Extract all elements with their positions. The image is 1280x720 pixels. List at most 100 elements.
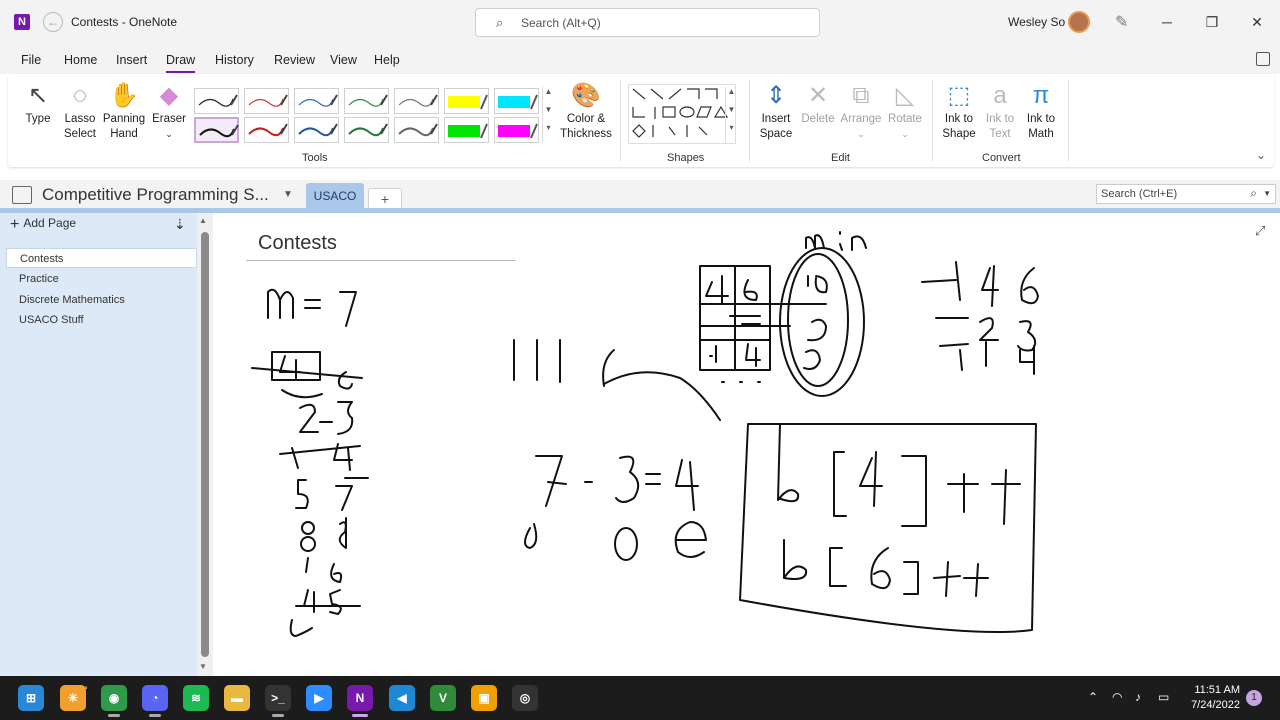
page-title[interactable]: Contests [258, 232, 337, 255]
tab-review[interactable]: Review [274, 53, 315, 67]
color-thickness-button[interactable]: 🎨 Color & Thickness [560, 80, 612, 142]
delete-icon: ✕ [807, 82, 829, 109]
taskbar-weather-icon[interactable]: ☀ [60, 685, 86, 711]
lasso-select-button[interactable]: ◌ Lasso Select [60, 80, 100, 142]
insert-space-button[interactable]: ⇕ Insert Space [756, 80, 796, 142]
highlighter-swatch[interactable] [444, 88, 489, 114]
page-search-input[interactable]: Search (Ctrl+E) ⌕ ▼ [1096, 184, 1276, 204]
gallery-scroll[interactable]: ▲ ▼ ▾ [542, 87, 554, 143]
restore-button[interactable]: ❐ [1200, 10, 1224, 34]
close-button[interactable]: ✕ [1245, 10, 1269, 34]
panning-hand-button[interactable]: ✋ Panning Hand [102, 80, 146, 142]
highlighter-swatch[interactable] [494, 117, 539, 143]
taskbar-pycharm-icon[interactable]: ▣ [471, 685, 497, 711]
delete-button[interactable]: ✕ Delete [800, 80, 836, 127]
pen-swatch[interactable] [244, 88, 289, 114]
back-button[interactable]: ← [43, 12, 63, 32]
tab-home[interactable]: Home [64, 53, 97, 67]
taskbar-running-indicator [352, 714, 368, 717]
window-title: Contests - OneNote [71, 15, 178, 29]
pen-icon[interactable]: ✎ [1115, 12, 1128, 32]
chevron-down-icon: ⌄ [165, 129, 173, 139]
chevron-down-icon[interactable]: ▼ [283, 189, 293, 200]
tab-draw[interactable]: Draw [166, 53, 196, 73]
taskbar-obs-icon[interactable]: ◎ [512, 685, 538, 711]
add-page-button[interactable]: + Add Page [10, 216, 76, 234]
page-item-practice[interactable]: Practice [6, 269, 197, 289]
add-section-button[interactable]: + [368, 188, 402, 210]
group-label-convert: Convert [982, 152, 1021, 164]
taskbar-file-explorer-icon[interactable]: ▬ [224, 685, 250, 711]
wifi-icon[interactable]: ◠ [1112, 690, 1122, 704]
avatar[interactable] [1068, 11, 1090, 33]
page-item-contests[interactable]: Contests [6, 248, 197, 268]
taskbar-start-icon[interactable]: ⊞ [18, 685, 44, 711]
search-input[interactable]: ⌕ Search (Alt+Q) [475, 8, 820, 37]
scrollbar-thumb[interactable] [201, 232, 209, 657]
shapes-scroll[interactable]: ▲ ▼ ▾ [725, 87, 737, 143]
page-item-discrete-mathematics[interactable]: Discrete Mathematics [6, 290, 197, 310]
volume-icon[interactable]: ♪ [1135, 690, 1141, 704]
chevron-up-icon[interactable]: ▲ [726, 87, 737, 105]
eraser-button[interactable]: ◆ Eraser ⌄ [150, 80, 188, 142]
arrange-button[interactable]: ⧉ Arrange ⌄ [838, 80, 884, 142]
tab-insert[interactable]: Insert [116, 53, 147, 67]
battery-icon[interactable]: ▭ [1158, 690, 1169, 704]
tab-history[interactable]: History [215, 53, 254, 67]
rotate-button[interactable]: ◺ Rotate ⌄ [884, 80, 926, 142]
tab-help[interactable]: Help [374, 53, 400, 67]
pen-swatch[interactable] [194, 117, 239, 143]
page-item-usaco-stuff[interactable]: USACO Stuff [6, 310, 197, 330]
pen-swatch[interactable] [194, 88, 239, 114]
tab-section-usaco[interactable]: USACO [306, 183, 364, 210]
ink-to-math-icon: π [1032, 82, 1050, 109]
chevron-down-icon[interactable]: ▼ [543, 105, 554, 123]
ink-to-math-button[interactable]: π Ink to Math [1022, 80, 1060, 142]
gallery-expand-icon[interactable]: ▾ [543, 123, 554, 141]
taskbar-discord-icon[interactable]: ◔ [142, 685, 168, 711]
chevron-down-icon[interactable]: ▼ [1263, 189, 1271, 198]
shapes-gallery[interactable] [628, 84, 736, 144]
pen-swatch[interactable] [294, 88, 339, 114]
taskbar-vim-icon[interactable]: V [430, 685, 456, 711]
user-name[interactable]: Wesley So [1008, 15, 1065, 29]
pen-swatch[interactable] [394, 88, 439, 114]
type-button[interactable]: ↖ Type [20, 80, 56, 127]
tab-file[interactable]: File [21, 53, 41, 67]
expand-icon[interactable]: ⤢ [1255, 223, 1265, 239]
pen-swatch[interactable] [294, 117, 339, 143]
taskbar-vscode-icon[interactable]: ◀ [389, 685, 415, 711]
highlighter-swatch[interactable] [494, 88, 539, 114]
ribbon-separator [749, 80, 750, 162]
taskbar-zoom-icon[interactable]: ▶ [306, 685, 332, 711]
clock-date[interactable]: 7/24/2022 [1182, 699, 1240, 711]
page-canvas[interactable] [213, 213, 1280, 676]
sort-icon[interactable]: ⇣ [174, 216, 186, 233]
taskbar-terminal-icon[interactable]: >_ [265, 685, 291, 711]
highlighter-swatch[interactable] [444, 117, 489, 143]
notification-badge[interactable]: 1 [1246, 690, 1262, 706]
chevron-down-icon[interactable]: ▼ [726, 105, 737, 123]
ink-to-shape-button[interactable]: ⬚ Ink to Shape [940, 80, 978, 142]
chevron-up-icon[interactable]: ▲ [543, 87, 554, 105]
pen-swatch[interactable] [344, 88, 389, 114]
pen-swatch[interactable] [394, 117, 439, 143]
scroll-up-icon[interactable]: ▲ [199, 216, 207, 225]
taskbar-running-indicator [108, 714, 120, 717]
ink-to-text-button[interactable]: a Ink to Text [982, 80, 1018, 142]
ribbon-collapse-icon[interactable]: ⌄ [1256, 148, 1266, 162]
page-title-underline [246, 260, 516, 261]
taskbar-onenote-icon[interactable]: N [347, 685, 373, 711]
taskbar-spotify-icon[interactable]: ≋ [183, 685, 209, 711]
minimize-button[interactable]: ─ [1155, 10, 1179, 34]
gallery-expand-icon[interactable]: ▾ [726, 123, 737, 141]
taskbar-chrome-icon[interactable]: ◉ [101, 685, 127, 711]
clock-time[interactable]: 11:51 AM [1190, 684, 1240, 696]
notebook-name[interactable]: Competitive Programming S... [42, 185, 269, 205]
layout-icon[interactable] [1256, 52, 1270, 66]
pen-swatch[interactable] [244, 117, 289, 143]
chevron-up-icon[interactable]: ⌃ [1088, 690, 1098, 704]
tab-view[interactable]: View [330, 53, 357, 67]
scroll-down-icon[interactable]: ▼ [199, 662, 207, 671]
pen-swatch[interactable] [344, 117, 389, 143]
